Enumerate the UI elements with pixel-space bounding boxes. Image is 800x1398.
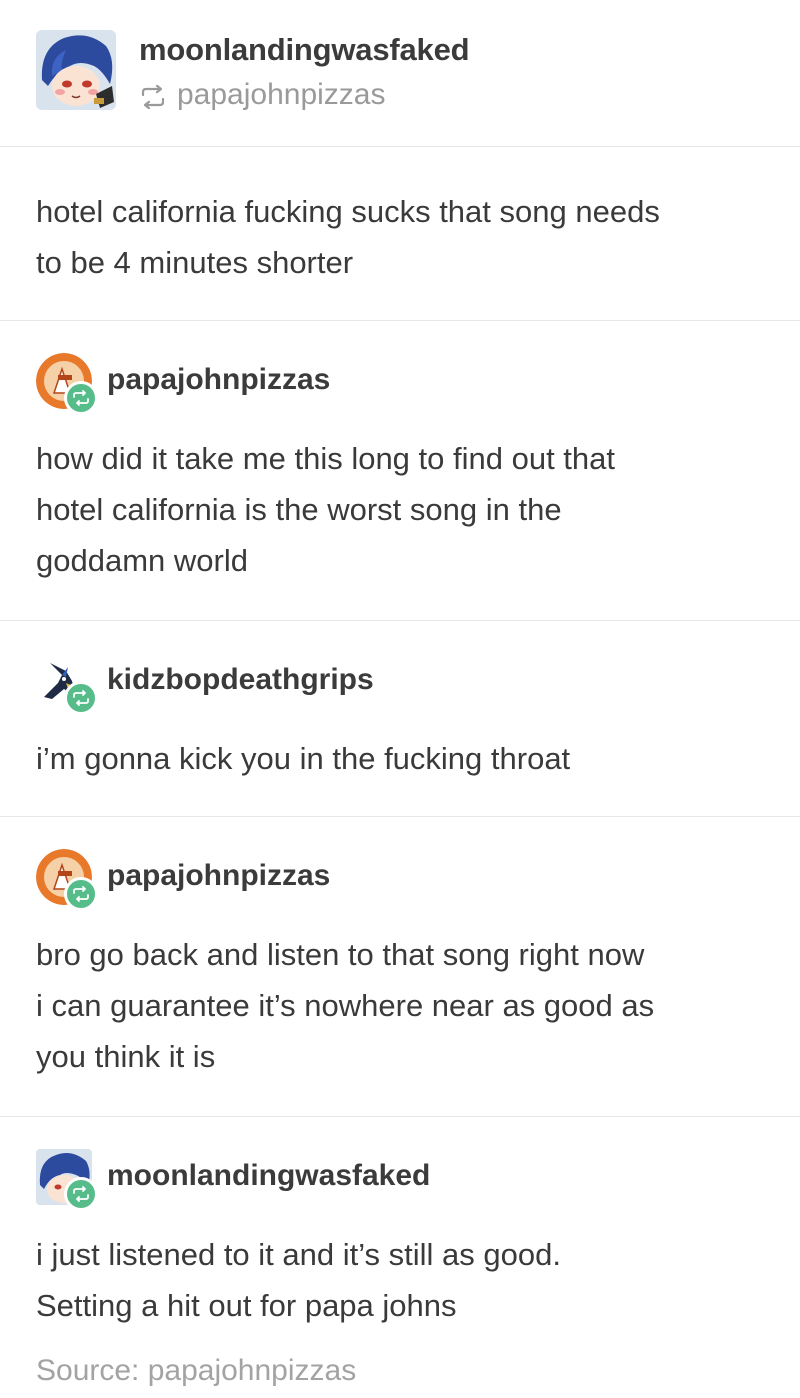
reblog-text: i just listened to it and it’s still as … — [36, 1237, 561, 1323]
original-post: hotel california fucking sucks that song… — [0, 146, 800, 321]
reblog-text: bro go back and listen to that song righ… — [36, 937, 655, 1074]
reblog-icon — [73, 690, 89, 706]
reblog-text: i’m gonna kick you in the fucking throat — [36, 741, 571, 776]
reblog-icon — [73, 886, 89, 902]
reblog-badge — [64, 381, 98, 415]
reblog-icon — [73, 390, 89, 406]
post-text: hotel california fucking sucks that song… — [36, 194, 660, 280]
reblog-username[interactable]: moonlandingwasfaked — [107, 1159, 430, 1193]
post-header: moonlandingwasfaked papajohnpizzas — [0, 0, 800, 147]
reblog-username[interactable]: kidzbopdeathgrips — [107, 663, 374, 697]
author-username[interactable]: moonlandingwasfaked — [139, 32, 470, 68]
reblog-badge — [64, 877, 98, 911]
reblog-entry: kidzbopdeathgrips i’m gonna kick you in … — [0, 621, 800, 817]
reblog-entry: papajohnpizzas how did it take me this l… — [0, 321, 800, 621]
anime-character-avatar-icon — [36, 30, 116, 110]
source-link[interactable]: Source: papajohnpizzas — [36, 1354, 356, 1388]
reblog-icon — [73, 1186, 89, 1202]
reblog-username[interactable]: papajohnpizzas — [107, 859, 330, 893]
reblog-badge — [64, 1177, 98, 1211]
reblogged-from-username[interactable]: papajohnpizzas — [177, 78, 386, 112]
reblog-username[interactable]: papajohnpizzas — [107, 363, 330, 397]
reblogged-from: papajohnpizzas — [139, 78, 386, 112]
author-avatar[interactable] — [36, 30, 116, 110]
reblog-text: how did it take me this long to find out… — [36, 441, 616, 578]
reblog-entry: papajohnpizzas bro go back and listen to… — [0, 817, 800, 1117]
reblog-badge — [64, 681, 98, 715]
reblog-icon — [139, 83, 167, 110]
